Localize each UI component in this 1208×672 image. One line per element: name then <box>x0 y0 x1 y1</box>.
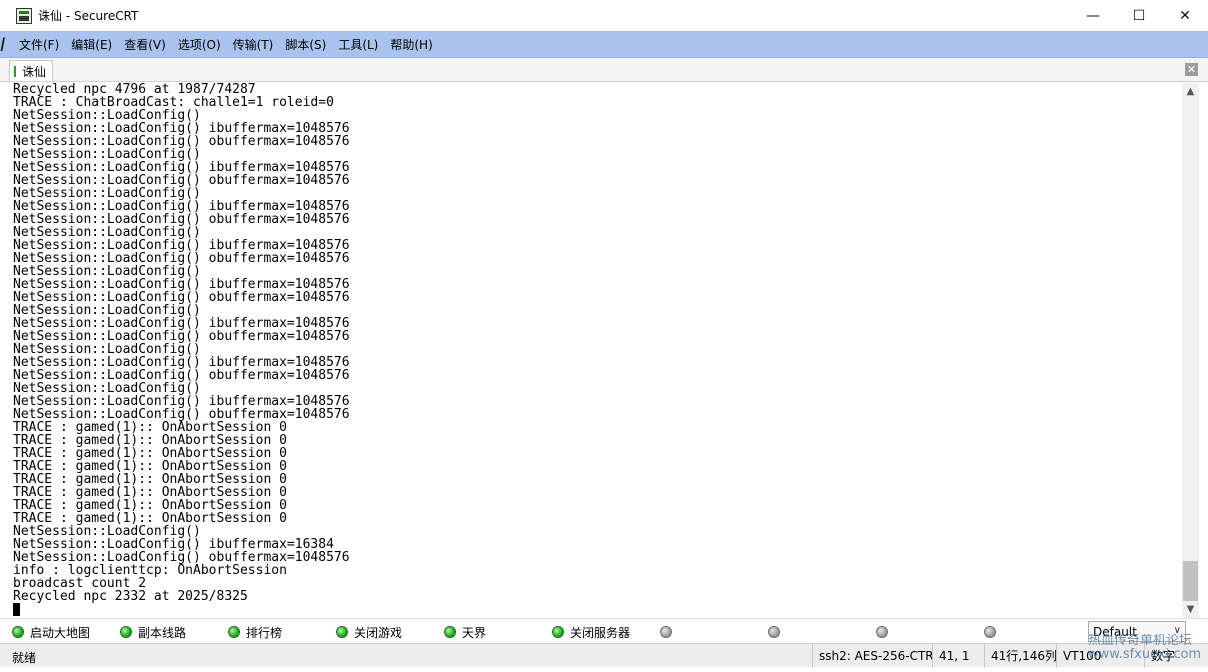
connected-indicator-icon <box>14 65 16 77</box>
green-light-icon <box>228 626 240 638</box>
button-bar-item[interactable]: 关闭服务器 <box>552 624 630 640</box>
button-bar-item[interactable]: 启动大地图 <box>12 624 90 640</box>
button-label: 关闭游戏 <box>354 625 403 640</box>
securecrt-app-icon[interactable] <box>16 7 32 24</box>
scroll-thumb[interactable] <box>1183 561 1198 601</box>
button-label: 副本线路 <box>138 625 187 640</box>
green-light-icon <box>12 626 24 638</box>
status-encryption: ssh2: AES-256-CTR <box>812 644 932 668</box>
menu-edit[interactable]: 编辑(E) <box>65 36 118 53</box>
window-controls: — ☐ ✕ <box>1070 0 1208 31</box>
menu-script[interactable]: 脚本(S) <box>279 36 332 53</box>
status-ready: 就绪 <box>12 651 37 665</box>
watermark-line: www.sfxuexi.com <box>1088 647 1202 662</box>
vertical-scrollbar[interactable]: ▲ ▼ <box>1182 83 1199 618</box>
button-bar: 启动大地图 副本线路 排行榜 关闭游戏 天界 关闭服务器 Default ∨ <box>0 618 1208 643</box>
gray-light-icon <box>984 626 996 638</box>
menu-help[interactable]: 帮助(H) <box>384 36 438 53</box>
terminal-cursor <box>13 603 20 616</box>
menu-options[interactable]: 选项(O) <box>172 36 227 53</box>
terminal-line: Recycled npc 2332 at 2025/8325 <box>13 589 248 604</box>
button-bar-item[interactable]: 排行榜 <box>228 624 282 640</box>
status-bar: 就绪 ssh2: AES-256-CTR 41, 1 41行,146列 VT10… <box>0 643 1208 668</box>
gray-light-icon <box>768 626 780 638</box>
tab-session[interactable]: 诛仙 <box>9 60 54 81</box>
terminal-output[interactable]: Recycled npc 4796 at 1987/74287 TRACE : C… <box>10 83 1182 618</box>
maximize-button[interactable]: ☐ <box>1116 0 1162 31</box>
button-label: 启动大地图 <box>30 625 91 640</box>
watermark-line: 热血传奇单机论坛 <box>1088 634 1193 648</box>
scroll-down-icon[interactable]: ▼ <box>1182 601 1199 618</box>
button-label: 天界 <box>462 625 487 640</box>
terminal-lines: Recycled npc 4796 at 1987/74287 TRACE : C… <box>13 83 350 603</box>
close-button[interactable]: ✕ <box>1162 0 1208 31</box>
menu-tools[interactable]: 工具(L) <box>332 36 384 53</box>
menu-bar: 文件(F) 编辑(E) 查看(V) 选项(O) 传输(T) 脚本(S) 工具(L… <box>0 31 1208 58</box>
tab-close-icon[interactable]: ✕ <box>1185 63 1198 76</box>
window-title: 诛仙 - SecureCRT <box>38 9 139 23</box>
session-tab-bar: 诛仙 ✕ <box>0 58 1208 82</box>
green-light-icon <box>336 626 348 638</box>
minimize-button[interactable]: — <box>1070 0 1116 31</box>
menu-file[interactable]: 文件(F) <box>13 36 65 53</box>
menu-view[interactable]: 查看(V) <box>118 36 172 53</box>
button-label: 关闭服务器 <box>570 625 631 640</box>
green-light-icon <box>120 626 132 638</box>
button-bar-item[interactable] <box>876 624 894 640</box>
scroll-up-icon[interactable]: ▲ <box>1182 83 1199 100</box>
button-bar-item[interactable]: 天界 <box>444 624 486 640</box>
title-bar: 诛仙 - SecureCRT — ☐ ✕ <box>0 0 1208 31</box>
green-light-icon <box>552 626 564 638</box>
watermark: 热血传奇单机论坛 www.sfxuexi.com <box>1088 634 1208 668</box>
menu-transfer[interactable]: 传输(T) <box>227 36 280 53</box>
gray-light-icon <box>876 626 888 638</box>
gray-light-icon <box>660 626 672 638</box>
button-label: 排行榜 <box>246 625 283 640</box>
tab-label: 诛仙 <box>22 64 47 79</box>
button-bar-item[interactable] <box>768 624 786 640</box>
button-bar-item[interactable] <box>984 624 1002 640</box>
button-bar-item[interactable] <box>660 624 678 640</box>
button-bar-item[interactable]: 副本线路 <box>120 624 186 640</box>
status-cursor-position: 41, 1 <box>932 644 984 668</box>
background-window-edge: l <box>0 35 6 56</box>
status-terminal-size: 41行,146列 <box>984 644 1056 668</box>
button-bar-item[interactable]: 关闭游戏 <box>336 624 402 640</box>
green-light-icon <box>444 626 456 638</box>
